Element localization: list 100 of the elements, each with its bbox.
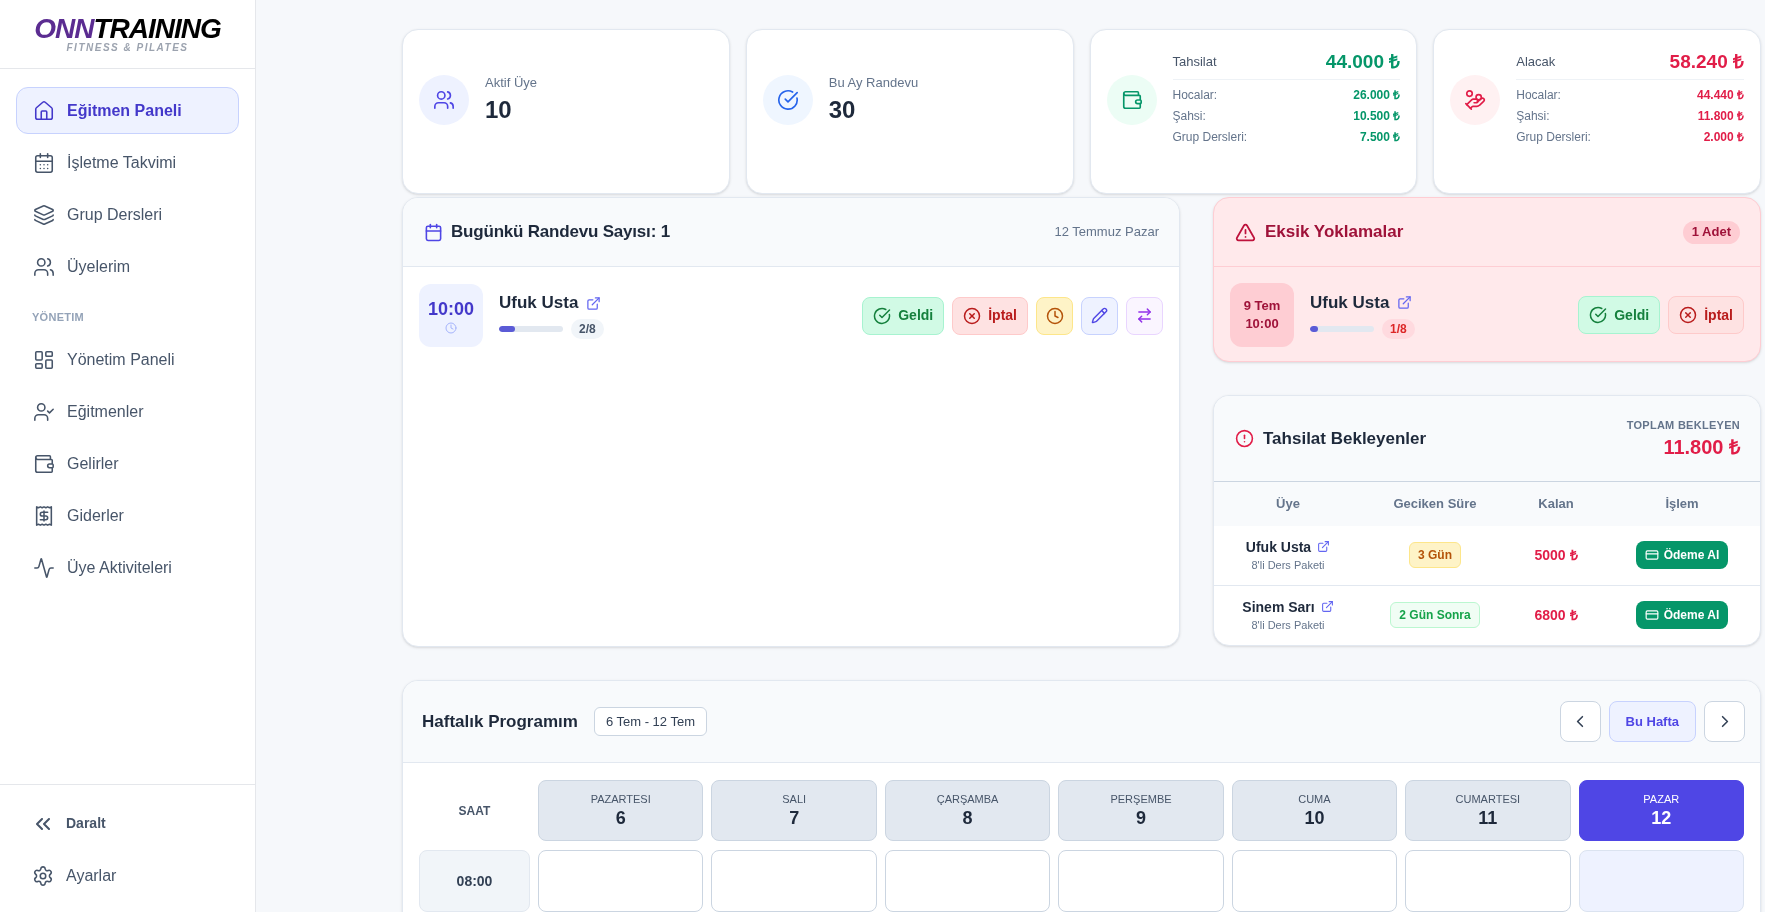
sidebar-item[interactable]: Eğitmenler: [16, 388, 239, 435]
check-circle-icon: [873, 306, 892, 325]
swap-button[interactable]: [1126, 296, 1163, 335]
pay-button[interactable]: Ödeme Al: [1635, 541, 1729, 570]
external-link-icon[interactable]: [1320, 600, 1334, 614]
layers-icon: [33, 203, 55, 226]
previous-week-button[interactable]: [1559, 701, 1601, 742]
x-circle-icon: [963, 306, 982, 325]
schedule-slot[interactable]: [1405, 850, 1571, 912]
day-date: 6: [615, 806, 626, 830]
x-circle-icon: [1679, 306, 1698, 324]
column-header: Geciken Süre: [1393, 495, 1477, 514]
breakdown-value: 26.000 ₺: [1353, 86, 1401, 104]
stat-label: Alacak: [1516, 53, 1556, 72]
day-date: 9: [1136, 806, 1146, 830]
edit-button[interactable]: [1081, 296, 1118, 335]
breakdown-label: Hocalar:: [1172, 86, 1218, 104]
current-week-button[interactable]: Bu Hafta: [1608, 701, 1696, 742]
schedule-slot[interactable]: [884, 850, 1051, 912]
alert-circle-icon: [1235, 429, 1254, 448]
column-header: Üye: [1276, 495, 1300, 514]
column-header: İşlem: [1665, 495, 1699, 514]
breakdown-label: Şahsi:: [1516, 107, 1550, 125]
sidebar-item[interactable]: Grup Dersleri: [16, 191, 239, 238]
breakdown-value: 11.800 ₺: [1697, 107, 1744, 125]
remaining-amount: 5000 ₺: [1534, 545, 1578, 565]
settings-icon: [32, 864, 54, 887]
card-title: Tahsilat Bekleyenler: [1263, 427, 1427, 450]
external-link-icon[interactable]: [1317, 540, 1331, 554]
day-name: PAZAR: [1643, 791, 1680, 806]
date-label: 12 Temmuz Pazar: [1054, 223, 1159, 242]
clock-button[interactable]: [1036, 296, 1073, 335]
attended-button[interactable]: Geldi: [862, 296, 945, 335]
external-link-icon[interactable]: [586, 295, 602, 311]
dashboard-icon: [33, 348, 55, 371]
credit-card-icon: [1644, 608, 1659, 623]
day-name: PAZARTESI: [590, 791, 651, 806]
schedule-slot[interactable]: [711, 850, 877, 912]
sidebar-item[interactable]: Üyelerim: [16, 243, 239, 290]
schedule-slot[interactable]: [538, 850, 704, 912]
schedule-slot[interactable]: [1058, 850, 1224, 912]
cancel-button[interactable]: İptal: [952, 296, 1028, 335]
settings-item[interactable]: Ayarlar: [16, 852, 239, 899]
sidebar-item[interactable]: Giderler: [16, 492, 239, 539]
users-icon: [419, 74, 469, 125]
stat-total: 44.000 ₺: [1325, 49, 1401, 74]
sidebar-item[interactable]: Yönetim Paneli: [16, 336, 239, 383]
member-name: Ufuk Usta: [1310, 291, 1390, 314]
delay-badge: 3 Gün: [1409, 542, 1461, 569]
card-title: Haftalık Programım: [422, 710, 578, 733]
day-date: 10: [1304, 806, 1325, 830]
double-chevron-icon: [36, 817, 50, 830]
day-date: 7: [789, 806, 800, 830]
breakdown-label: Şahsi:: [1172, 107, 1206, 125]
stat-value: 30: [828, 95, 857, 125]
users-icon: [33, 255, 55, 278]
member-name: Ufuk Usta: [1245, 537, 1312, 556]
receipt-icon: [33, 504, 55, 527]
user-check-icon: [33, 400, 55, 423]
delay-badge: 2 Gün Sonra: [1390, 602, 1480, 629]
sidebar-item[interactable]: Eğitmen Paneli: [16, 87, 239, 134]
day-name: SALI: [782, 791, 807, 806]
day-date: 12: [1651, 806, 1672, 830]
home-icon: [33, 99, 55, 122]
date-range-badge: 6 Tem - 12 Tem: [593, 707, 707, 736]
pay-button[interactable]: Ödeme Al: [1635, 601, 1729, 630]
day-name: CUMA: [1298, 791, 1331, 806]
stat-label: Bu Ay Randevu: [828, 74, 919, 92]
day-date: 8: [962, 806, 973, 830]
breakdown-value: 10.500 ₺: [1353, 107, 1401, 125]
next-week-button[interactable]: [1704, 701, 1745, 742]
section-heading: YÖNETIM: [32, 311, 86, 323]
attended-button[interactable]: Geldi: [1578, 296, 1661, 334]
breakdown-value: 2.000 ₺: [1703, 128, 1744, 146]
progress-badge: 1/8: [1382, 318, 1415, 339]
check-circle-icon: [1589, 306, 1608, 324]
sidebar-item[interactable]: Gelirler: [16, 440, 239, 487]
schedule-slot[interactable]: [1578, 850, 1744, 912]
day-date: 11: [1478, 806, 1498, 830]
sidebar-item[interactable]: İşletme Takvimi: [16, 139, 239, 186]
cancel-button[interactable]: İptal: [1668, 296, 1744, 334]
missed-time: 10:00: [1245, 315, 1279, 333]
pencil-icon: [1091, 307, 1108, 324]
swap-arrows-icon: [1136, 307, 1153, 324]
progress-badge: 2/8: [571, 319, 604, 339]
column-header: Kalan: [1538, 495, 1574, 514]
breakdown-value: 7.500 ₺: [1359, 128, 1401, 146]
external-link-icon[interactable]: [1397, 295, 1413, 310]
credit-card-icon: [1644, 548, 1659, 563]
sidebar-item[interactable]: Üye Aktiviteleri: [16, 544, 239, 591]
chevron-right-icon: [1720, 715, 1729, 728]
calendar-icon: [424, 222, 443, 242]
breakdown-label: Grup Dersleri:: [1172, 128, 1248, 146]
collapse-button[interactable]: Daralt: [16, 800, 239, 847]
missed-date: 9 Tem: [1243, 297, 1281, 315]
schedule-slot[interactable]: [1231, 850, 1398, 912]
logo-tagline: FITNESS & PILATES: [66, 41, 189, 54]
count-badge: 1 Adet: [1682, 220, 1740, 244]
breakdown-label: Hocalar:: [1516, 86, 1561, 104]
appointment-time: 10:00: [427, 297, 474, 320]
